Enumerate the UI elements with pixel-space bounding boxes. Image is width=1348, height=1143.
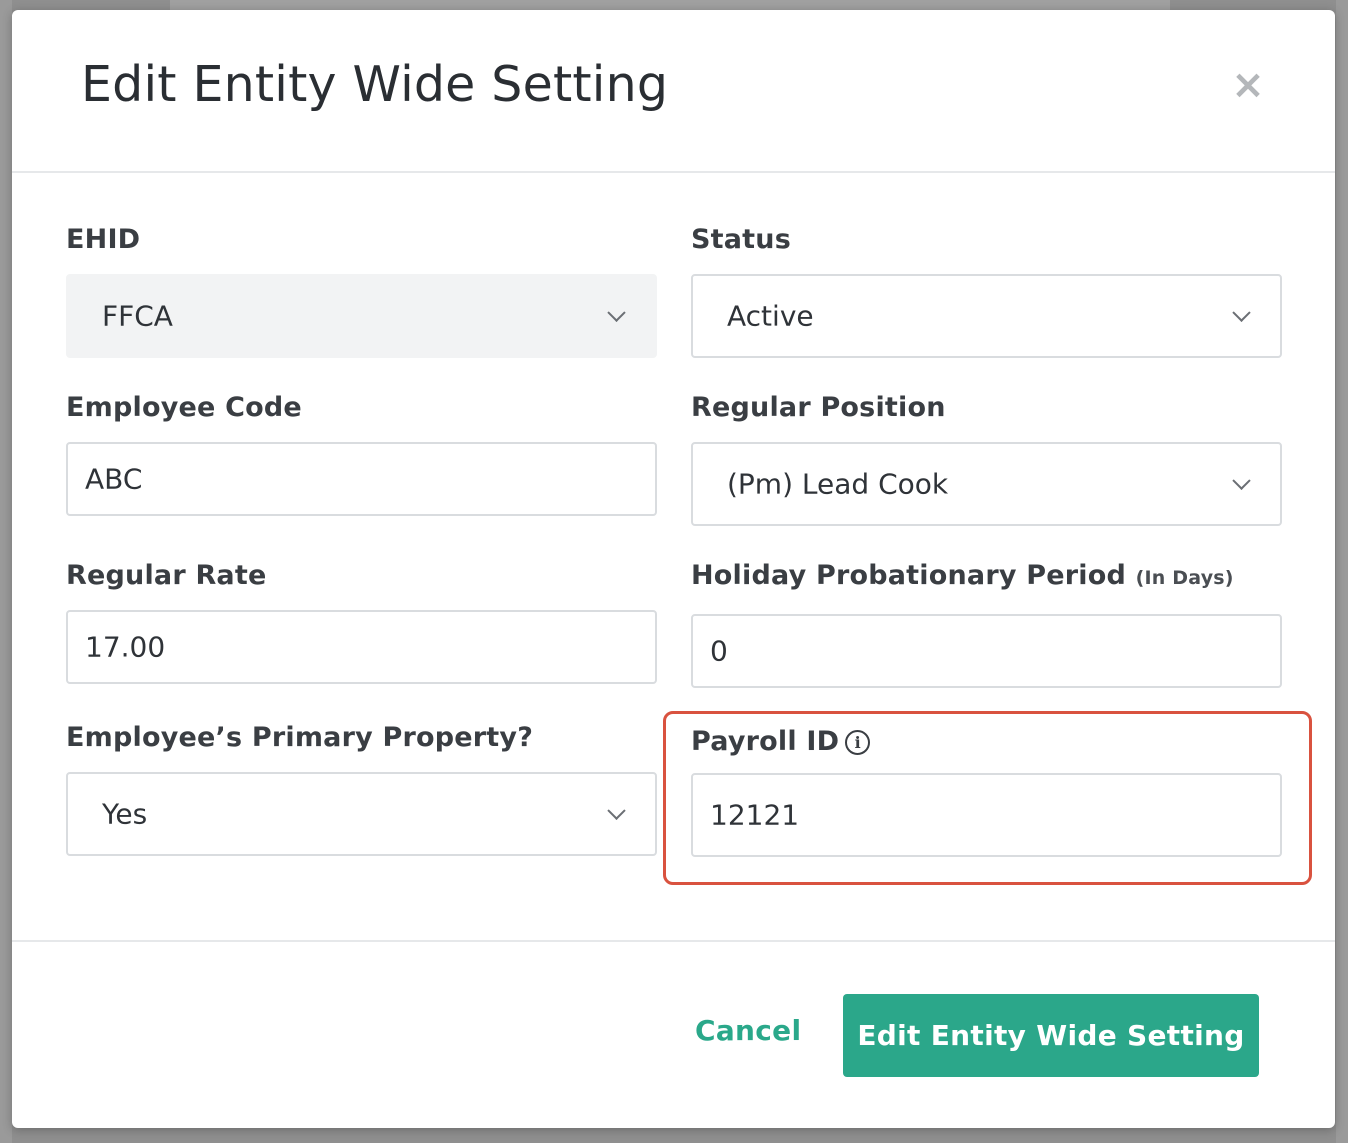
background-page-left: [0, 0, 12, 1143]
background-page-right: [1336, 0, 1348, 1143]
primary-property-label: Employee’s Primary Property?: [66, 722, 534, 753]
chevron-down-icon: [1232, 471, 1251, 490]
primary-property-select[interactable]: Yes: [66, 772, 657, 856]
status-label: Status: [691, 224, 791, 255]
ehid-label: EHID: [66, 224, 141, 255]
employee-code-input[interactable]: ABC: [66, 442, 657, 516]
chevron-down-icon: [607, 303, 626, 322]
background-page-top: [170, 0, 1170, 10]
edit-entity-wide-setting-modal: Edit Entity Wide Setting × EHID FFCA Sta…: [12, 10, 1335, 1128]
payroll-id-value: 12121: [710, 798, 800, 832]
employee-code-label: Employee Code: [66, 392, 302, 423]
edit-entity-wide-setting-button[interactable]: Edit Entity Wide Setting: [843, 994, 1259, 1077]
holiday-probationary-period-value: 0: [710, 634, 728, 668]
ehid-select: FFCA: [66, 274, 657, 358]
close-icon[interactable]: ×: [1231, 65, 1265, 105]
regular-position-label: Regular Position: [691, 392, 946, 423]
payroll-id-label-text: Payroll ID: [691, 726, 840, 757]
footer-divider: [12, 940, 1335, 942]
holiday-probationary-period-label-suffix: (In Days): [1135, 567, 1234, 589]
regular-position-value: (Pm) Lead Cook: [727, 467, 949, 501]
regular-rate-value: 17.00: [85, 630, 166, 664]
chevron-down-icon: [607, 801, 626, 820]
status-select[interactable]: Active: [691, 274, 1282, 358]
info-icon[interactable]: i: [845, 730, 871, 755]
payroll-id-input[interactable]: 12121: [691, 773, 1282, 857]
holiday-probationary-period-label: Holiday Probationary Period (In Days): [691, 560, 1234, 591]
holiday-probationary-period-label-text: Holiday Probationary Period: [691, 560, 1126, 591]
cancel-button[interactable]: Cancel: [695, 1014, 801, 1047]
employee-code-value: ABC: [85, 462, 143, 496]
payroll-id-label: Payroll ID i: [691, 726, 871, 757]
modal-title: Edit Entity Wide Setting: [81, 56, 669, 113]
ehid-value: FFCA: [102, 299, 173, 333]
chevron-down-icon: [1232, 303, 1251, 322]
holiday-probationary-period-input[interactable]: 0: [691, 614, 1282, 688]
regular-position-select[interactable]: (Pm) Lead Cook: [691, 442, 1282, 526]
modal-header: Edit Entity Wide Setting ×: [12, 10, 1335, 173]
primary-property-value: Yes: [102, 797, 148, 831]
regular-rate-label: Regular Rate: [66, 560, 267, 591]
regular-rate-input[interactable]: 17.00: [66, 610, 657, 684]
status-value: Active: [727, 299, 814, 333]
